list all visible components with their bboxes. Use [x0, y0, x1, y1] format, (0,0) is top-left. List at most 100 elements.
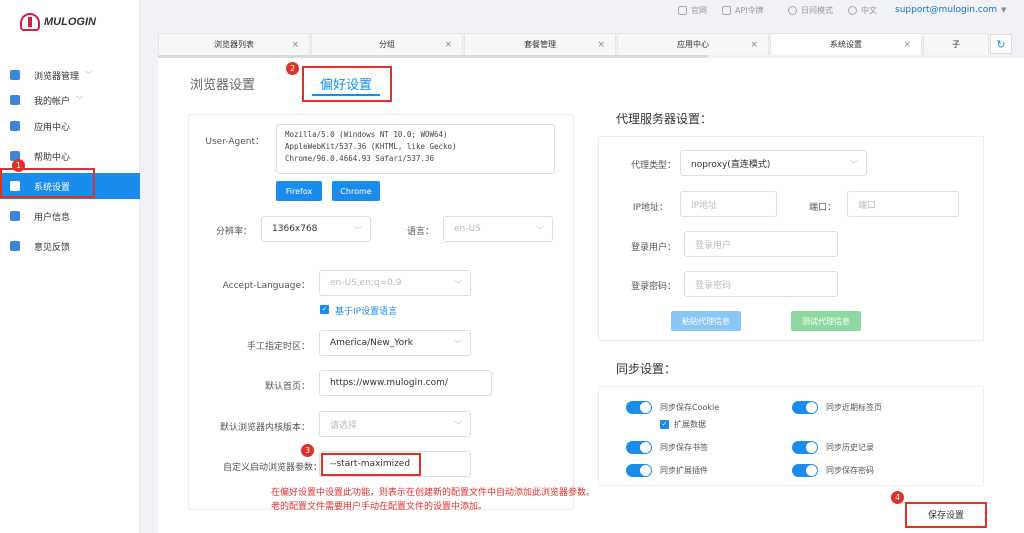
- refresh-icon: ↻: [996, 37, 1006, 51]
- api-token-link[interactable]: API令牌: [722, 5, 764, 16]
- login-user-input[interactable]: 登录用户: [684, 231, 838, 257]
- sync-bookmarks-toggle[interactable]: [626, 441, 652, 454]
- sync-passwords-toggle[interactable]: [792, 464, 818, 477]
- extension-data-checkbox[interactable]: ✓: [660, 420, 669, 429]
- sidebar-item-user-info[interactable]: 用户信息: [0, 203, 140, 229]
- annotation-badge-3: 3: [301, 444, 314, 457]
- annotation-box-2: [302, 66, 392, 102]
- user-agent-textarea[interactable]: Mozilla/5.0 (Windows NT 10.0; WOW64) App…: [276, 124, 555, 174]
- day-mode-toggle[interactable]: 日间模式: [788, 5, 833, 16]
- language-label: 语言：: [406, 227, 434, 237]
- account-menu[interactable]: support@mulogin.com ▼: [895, 5, 1006, 15]
- sidebar-item-label: 用户信息: [34, 212, 71, 223]
- kernel-version-select[interactable]: 请选择 ﹀: [319, 411, 471, 437]
- proxy-type-select[interactable]: noproxy(直连模式) ﹀: [680, 150, 867, 176]
- tab-label: 套餐管理: [524, 40, 556, 49]
- paste-proxy-button[interactable]: 粘贴代理信息: [671, 311, 741, 331]
- tab-label: 分组: [379, 40, 395, 49]
- globe-icon: [848, 6, 857, 15]
- annotation-note-line-2: 老的配置文件需要用户手动在配置文件的设置中添加。: [271, 502, 488, 512]
- port-label: 端口：: [808, 203, 836, 213]
- language-select[interactable]: en-US ﹀: [443, 216, 553, 242]
- chevron-down-icon: ﹀: [454, 280, 462, 289]
- login-password-placeholder: 登录密码: [695, 280, 732, 291]
- home-link-label: 官网: [691, 6, 707, 15]
- tab-groups[interactable]: 分组 ×: [311, 33, 463, 55]
- caret-down-icon: ▼: [1001, 6, 1007, 14]
- sidebar-item-label: 意见反馈: [34, 242, 71, 253]
- close-icon[interactable]: ×: [903, 40, 911, 50]
- sync-passwords-label: 同步保存密码: [826, 466, 874, 475]
- login-user-placeholder: 登录用户: [695, 240, 732, 251]
- sidebar-item-label: 浏览器管理: [34, 71, 80, 82]
- sync-settings-title: 同步设置：: [616, 362, 677, 376]
- close-icon[interactable]: ×: [444, 40, 452, 50]
- sync-extensions-label: 同步扩展插件: [660, 466, 708, 475]
- chevron-down-icon: ﹀: [354, 226, 362, 235]
- tab-system-settings[interactable]: 系统设置 ×: [770, 33, 922, 55]
- login-password-input[interactable]: 登录密码: [684, 271, 838, 297]
- account-icon: [10, 95, 20, 105]
- browser-icon: [10, 70, 20, 80]
- home-link[interactable]: 官网: [678, 5, 707, 16]
- extension-data-label: 扩展数据: [674, 420, 706, 429]
- proxy-type-value: noproxy(直连模式): [691, 159, 771, 170]
- ip-address-input[interactable]: IP地址: [680, 191, 777, 217]
- sidebar-item-browser-management[interactable]: 浏览器管理 ﹀: [0, 62, 140, 88]
- kernel-version-placeholder: 请选择: [330, 420, 358, 431]
- language-value: en-US: [454, 224, 481, 234]
- resolution-select[interactable]: 1366x768 ﹀: [261, 216, 371, 242]
- tab-label: 系统设置: [830, 40, 862, 49]
- close-icon[interactable]: ×: [597, 40, 605, 50]
- timezone-value: America/New_York: [330, 338, 414, 348]
- sidebar-item-feedback[interactable]: 意见反馈: [0, 233, 140, 259]
- timezone-select[interactable]: America/New_York ﹀: [319, 330, 471, 356]
- annotation-badge-4: 4: [891, 491, 904, 504]
- refresh-button[interactable]: ↻: [990, 34, 1012, 54]
- port-input[interactable]: 端口: [847, 191, 959, 217]
- user-agent-label: User-Agent：: [205, 137, 264, 147]
- sync-extensions-toggle[interactable]: [626, 464, 652, 477]
- login-user-label: 登录用户：: [630, 243, 676, 253]
- homepage-input[interactable]: https://www.mulogin.com/: [319, 370, 492, 396]
- logo-text: MULOGIN: [44, 16, 96, 28]
- sync-cookie-toggle[interactable]: [626, 401, 652, 414]
- sync-history-toggle[interactable]: [792, 441, 818, 454]
- sidebar-item-my-account[interactable]: 我的帐户 ﹀: [0, 87, 140, 113]
- accept-language-select[interactable]: en-US,en;q=0.9 ﹀: [319, 270, 471, 296]
- api-token-label: API令牌: [735, 6, 764, 15]
- timezone-label: 手工指定时区：: [246, 342, 310, 352]
- accept-language-value: en-US,en;q=0.9: [330, 278, 402, 288]
- sync-cookie-label: 同步保存Cookie: [660, 403, 720, 412]
- close-icon[interactable]: ×: [291, 40, 299, 50]
- launch-args-label: 自定义启动浏览器参数：: [222, 463, 322, 473]
- tab-browser-list[interactable]: 浏览器列表 ×: [158, 33, 310, 55]
- sidebar-item-app-center[interactable]: 应用中心: [0, 113, 140, 139]
- chrome-button[interactable]: Chrome: [332, 181, 380, 201]
- annotation-badge-2: 2: [286, 62, 299, 75]
- chevron-down-icon: ﹀: [850, 160, 858, 169]
- sidebar-item-label: 应用中心: [34, 122, 71, 133]
- sidebar-item-label: 我的帐户: [34, 96, 71, 107]
- login-password-label: 登录密码：: [630, 282, 676, 292]
- close-icon[interactable]: ×: [750, 40, 758, 50]
- tab-more[interactable]: 子: [923, 33, 989, 55]
- tab-plan-management[interactable]: 套餐管理 ×: [464, 33, 616, 55]
- proxy-type-label: 代理类型：: [630, 161, 676, 171]
- sync-recent-tabs-toggle[interactable]: [792, 401, 818, 414]
- ip-language-checkbox[interactable]: ✓: [320, 305, 329, 314]
- key-icon: [722, 6, 731, 15]
- language-switch[interactable]: 中文: [848, 5, 877, 16]
- sync-history-label: 同步历史记录: [826, 443, 874, 452]
- ip-address-placeholder: IP地址: [691, 200, 718, 211]
- settings-panel: 浏览器设置 偏好设置 User-Agent： Mozilla/5.0 (Wind…: [158, 58, 1024, 533]
- tab-browser-settings[interactable]: 浏览器设置: [190, 74, 255, 93]
- chevron-down-icon: ﹀: [454, 340, 462, 349]
- kernel-version-label: 默认浏览器内核版本：: [219, 423, 310, 433]
- tab-app-center[interactable]: 应用中心 ×: [617, 33, 769, 55]
- chevron-down-icon: ﹀: [536, 226, 544, 235]
- chevron-down-icon: ﹀: [85, 71, 93, 79]
- test-proxy-button[interactable]: 测试代理信息: [791, 311, 861, 331]
- annotation-note-line-1: 在偏好设置中设置此功能，则表示在创建新的配置文件中自动添加此浏览器参数。: [271, 488, 596, 498]
- firefox-button[interactable]: Firefox: [276, 181, 322, 201]
